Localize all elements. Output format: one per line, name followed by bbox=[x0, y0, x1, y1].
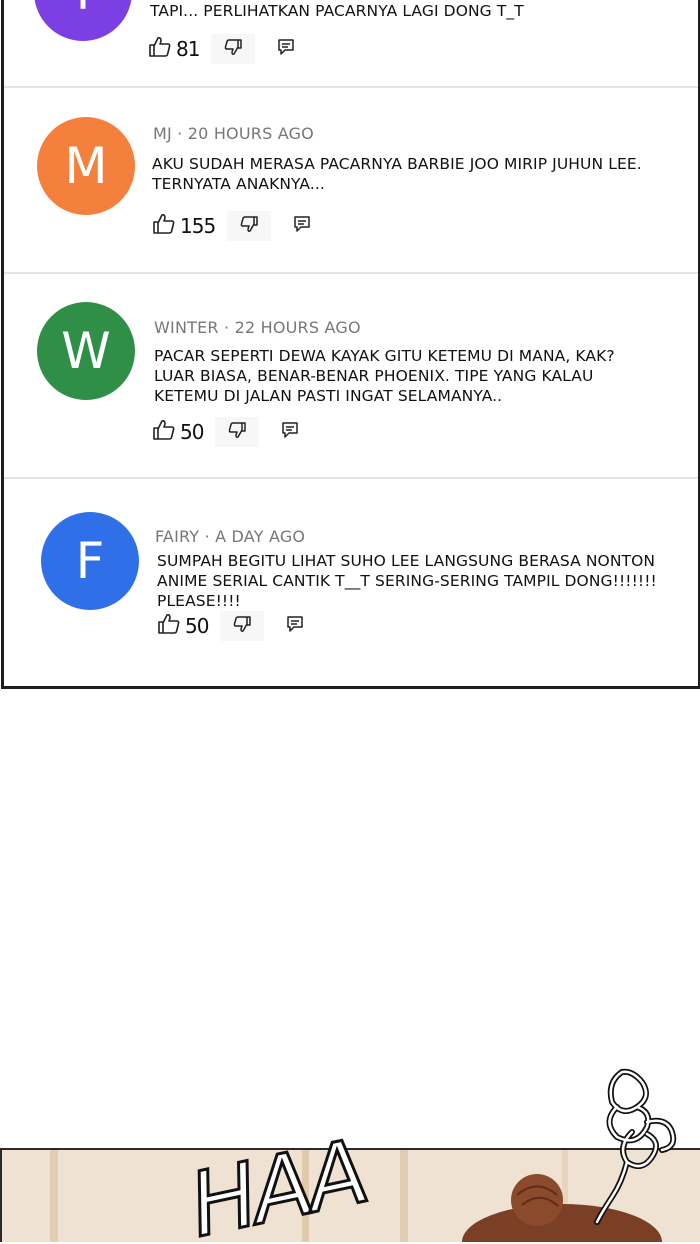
thumbs-up-icon bbox=[148, 36, 172, 62]
like-button[interactable]: 50 bbox=[157, 613, 209, 639]
comment-text: AKU SUDAH MERASA PACARNYA BARBIE JOO MIR… bbox=[152, 155, 642, 193]
comment-text: TAPI... PERLIHATKAN PACARNYA LAGI DONG T… bbox=[150, 2, 524, 20]
dislike-button[interactable] bbox=[215, 417, 260, 447]
avatar-letter: M bbox=[64, 137, 108, 195]
avatar[interactable]: F bbox=[41, 512, 139, 610]
comment-text: SUMPAH BEGITU LIHAT SUHO LEE LANGSUNG BE… bbox=[157, 552, 657, 610]
scribble-effect bbox=[592, 1062, 692, 1231]
avatar-letter: F bbox=[75, 532, 105, 590]
thumbs-down-icon bbox=[239, 215, 259, 237]
thumbs-up-icon bbox=[152, 419, 176, 445]
reply-button[interactable] bbox=[293, 215, 311, 237]
comment-panel: T TAPI... PERLIHATKAN PACARNYA LAGI DONG… bbox=[1, 0, 700, 689]
thumbs-down-icon bbox=[227, 421, 247, 443]
reply-button[interactable] bbox=[281, 421, 299, 443]
divider bbox=[4, 477, 698, 479]
like-button[interactable]: 81 bbox=[148, 36, 200, 62]
divider bbox=[4, 272, 698, 274]
avatar[interactable]: W bbox=[37, 302, 135, 400]
sound-effect-text: HAA bbox=[179, 1100, 380, 1244]
avatar-letter: W bbox=[61, 322, 111, 380]
thumbs-up-icon bbox=[157, 613, 181, 639]
like-count: 81 bbox=[176, 37, 200, 61]
dislike-button[interactable] bbox=[211, 34, 256, 64]
comment-actions: 81 bbox=[148, 34, 295, 64]
avatar[interactable]: T bbox=[34, 0, 132, 41]
dislike-button[interactable] bbox=[220, 611, 265, 641]
avatar[interactable]: M bbox=[37, 117, 135, 215]
thumbs-down-icon bbox=[223, 38, 243, 60]
comment-meta: FAIRY · A DAY AGO bbox=[155, 527, 306, 546]
reply-icon bbox=[293, 215, 311, 237]
reply-button[interactable] bbox=[286, 615, 304, 637]
dislike-button[interactable] bbox=[227, 211, 272, 241]
divider bbox=[4, 86, 698, 88]
sfx-label: HAA bbox=[181, 1120, 373, 1240]
thumbs-up-icon bbox=[152, 213, 176, 239]
reply-button[interactable] bbox=[277, 38, 295, 60]
like-count: 50 bbox=[180, 420, 204, 444]
reply-icon bbox=[277, 38, 295, 60]
comment-text: PACAR SEPERTI DEWA KAYAK GITU KETEMU DI … bbox=[154, 347, 615, 405]
comment-meta: MJ · 20 HOURS AGO bbox=[153, 124, 314, 143]
like-count: 50 bbox=[185, 614, 209, 638]
like-button[interactable]: 155 bbox=[152, 213, 216, 239]
comment-actions: 155 bbox=[152, 211, 311, 241]
thumbs-down-icon bbox=[232, 615, 252, 637]
comment-actions: 50 bbox=[152, 417, 299, 447]
comment-meta: WINTER · 22 HOURS AGO bbox=[154, 318, 361, 337]
avatar-letter: T bbox=[68, 0, 99, 21]
reply-icon bbox=[286, 615, 304, 637]
like-button[interactable]: 50 bbox=[152, 419, 204, 445]
like-count: 155 bbox=[180, 214, 216, 238]
comment-actions: 50 bbox=[157, 611, 304, 641]
reply-icon bbox=[281, 421, 299, 443]
